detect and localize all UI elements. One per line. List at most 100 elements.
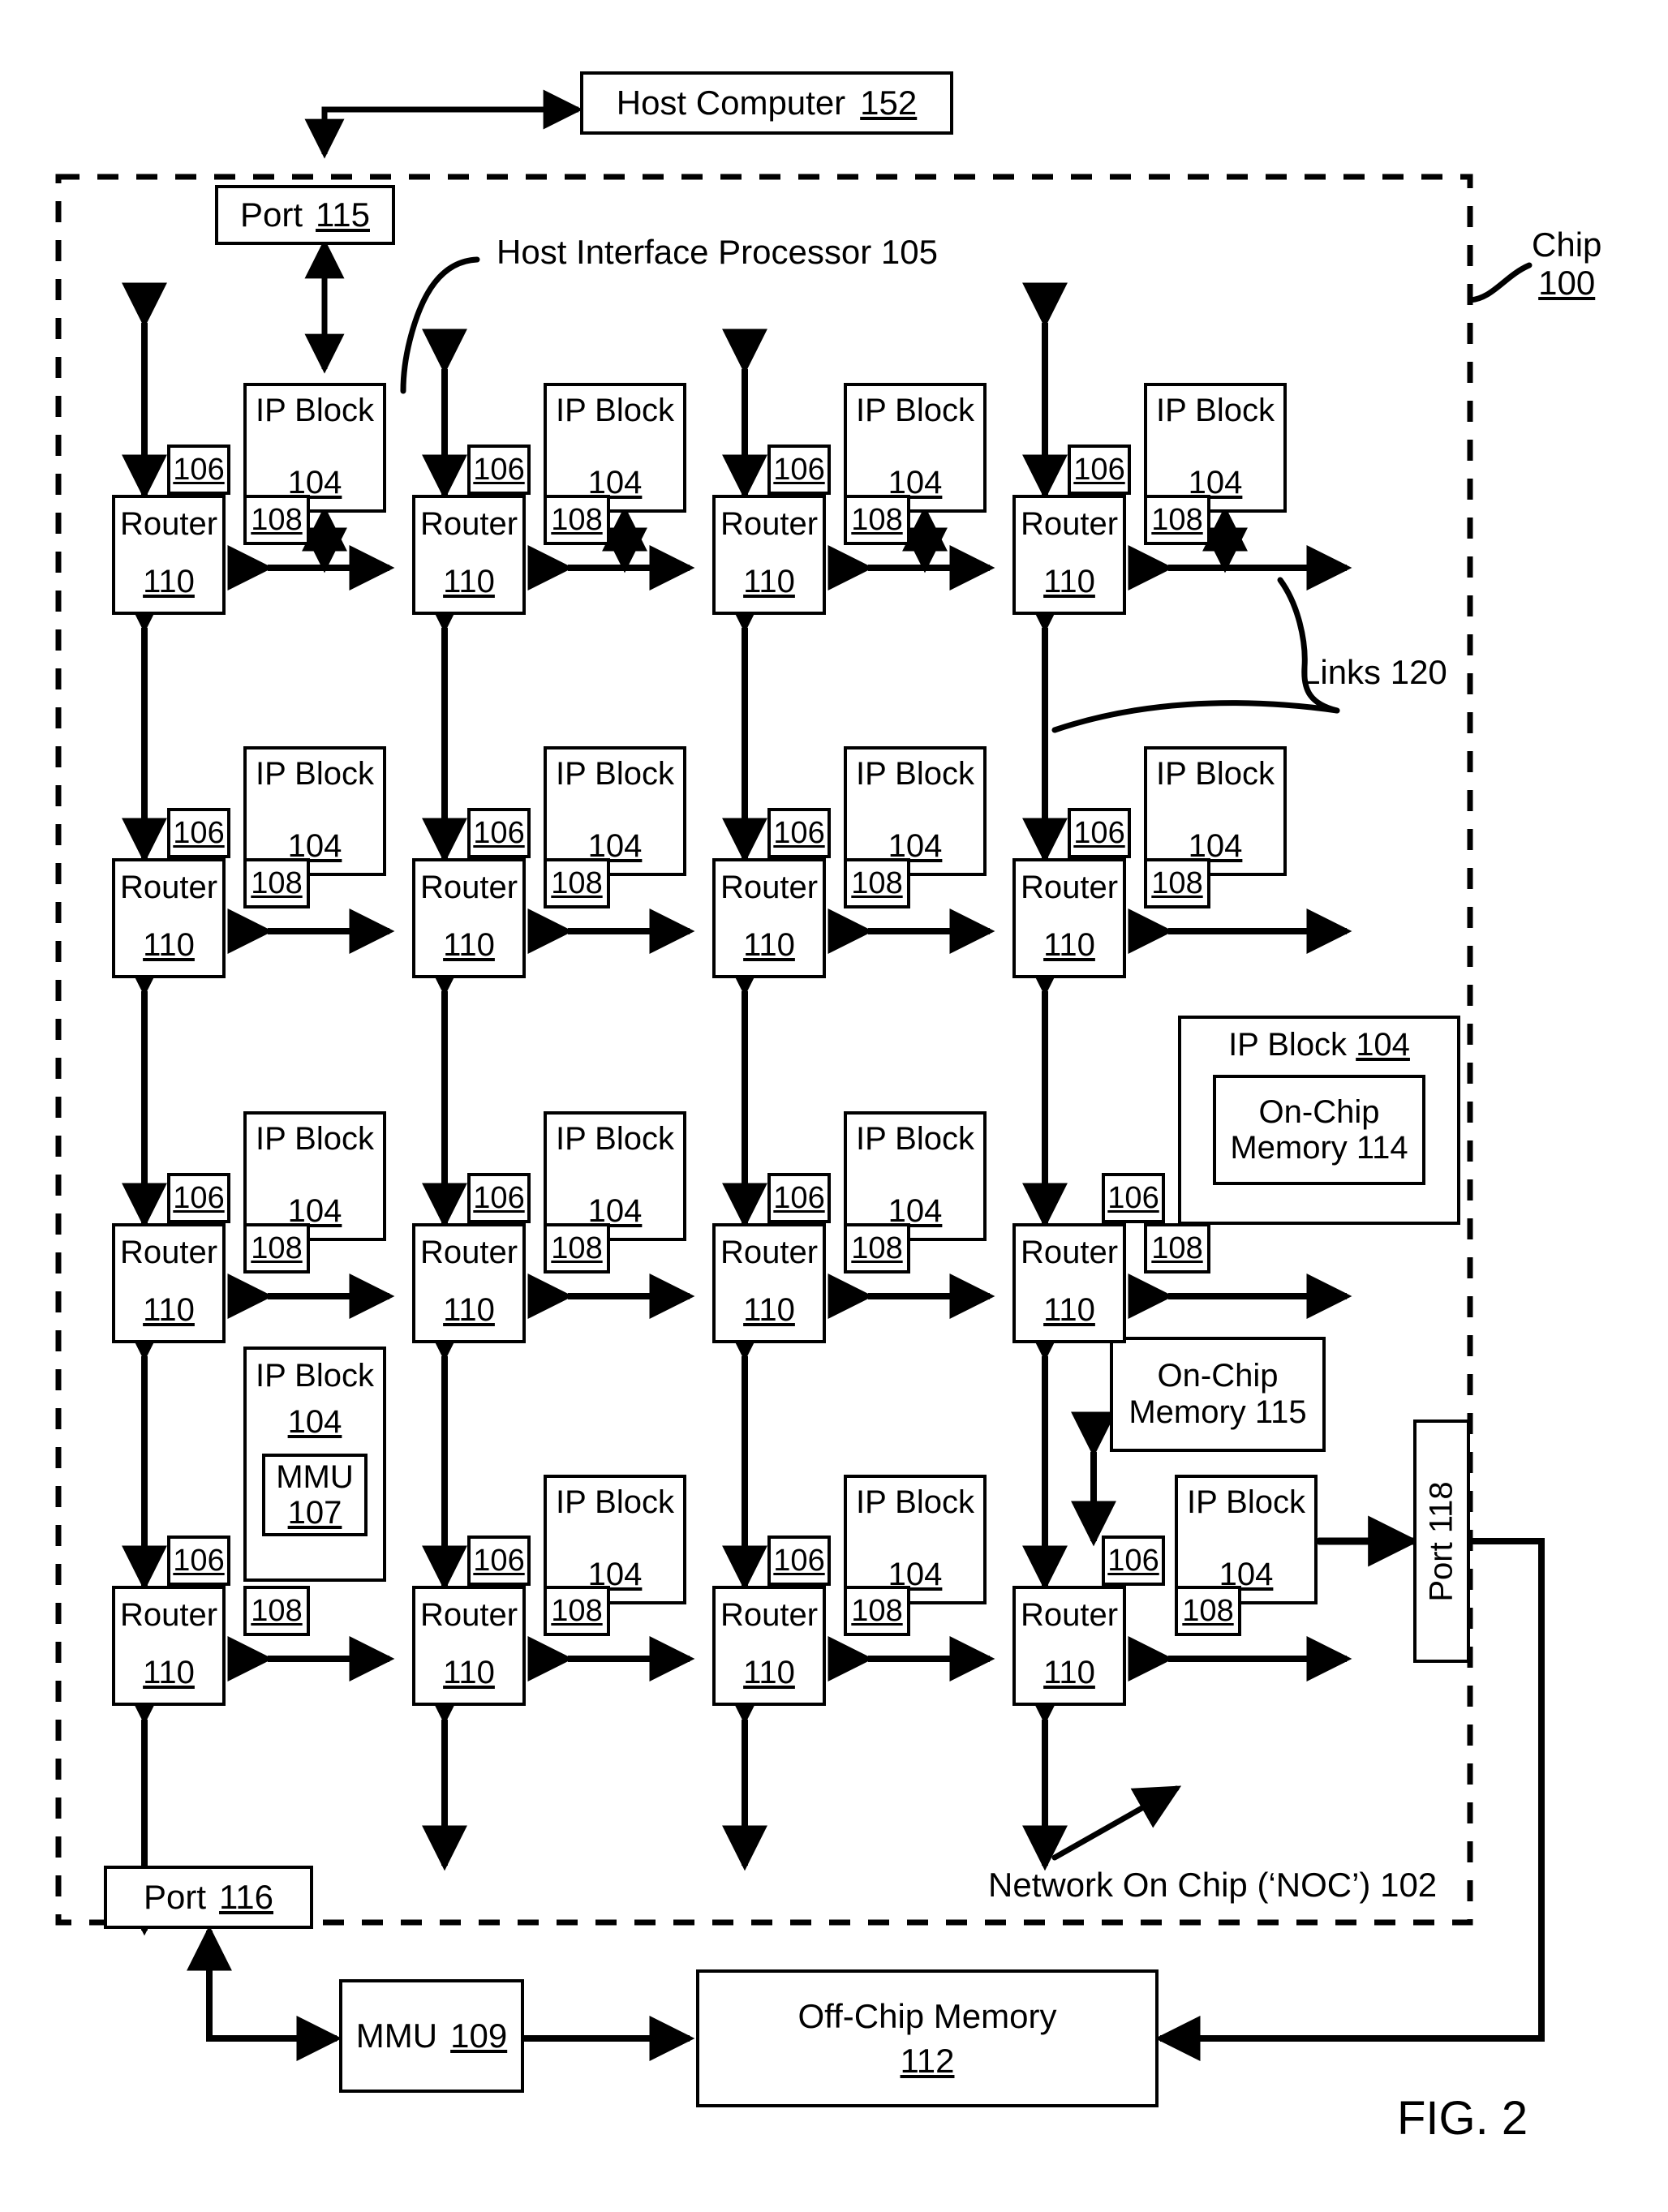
router-ref: 110 <box>1043 1292 1095 1329</box>
on-chip-memory-114-line1: On-Chip <box>1258 1093 1380 1130</box>
tab-106-label: 106 <box>173 1180 225 1215</box>
router-ref: 110 <box>143 564 195 600</box>
router-label: Router <box>119 870 218 905</box>
tab-106-label: 106 <box>773 1543 825 1578</box>
router-r1c1: Router 110 <box>112 495 226 615</box>
router-label: Router <box>419 506 518 542</box>
tab-106-label: 106 <box>1073 452 1125 487</box>
router-r4c1: Router 110 <box>112 1586 226 1706</box>
mmu-107-ref: 107 <box>287 1494 342 1531</box>
tab-108-r4c3: 108 <box>844 1586 910 1636</box>
ip-block-r2c3: IP Block 104 <box>844 746 987 876</box>
ip-block-label: IP Block <box>856 393 974 428</box>
tab-108-r3c1: 108 <box>243 1223 310 1274</box>
ip-block-r4c4: IP Block 104 <box>1175 1475 1318 1604</box>
chip-100-annotation: Chip 100 <box>1532 225 1601 302</box>
router-label: Router <box>419 870 518 905</box>
figure-label-text: FIG. 2 <box>1397 2092 1528 2145</box>
tab-106-label: 106 <box>473 815 525 850</box>
ip-block-label: IP Block <box>1187 1484 1305 1520</box>
ip-block-label: IP Block <box>256 1121 374 1157</box>
router-r4c4: Router 110 <box>1012 1586 1126 1706</box>
tab-108-r2c2: 108 <box>544 858 610 908</box>
router-ref: 110 <box>443 1655 495 1691</box>
tab-106-r1c3: 106 <box>767 445 831 495</box>
noc-102-annotation: Network On Chip (‘NOC’) 102 <box>988 1866 1437 1904</box>
tab-106-r4c3: 106 <box>767 1536 831 1586</box>
tab-106-r1c4: 106 <box>1068 445 1131 495</box>
router-ref: 110 <box>1043 564 1095 600</box>
router-r2c2: Router 110 <box>412 858 526 978</box>
ip-block-label: IP Block <box>256 393 374 428</box>
router-label: Router <box>119 1597 218 1633</box>
mmu-109-ref: 109 <box>450 2017 508 2055</box>
router-r2c1: Router 110 <box>112 858 226 978</box>
port-118-box: Port 118 <box>1413 1420 1470 1663</box>
tab-108-r3c2: 108 <box>544 1223 610 1274</box>
router-r3c4: Router 110 <box>1012 1223 1126 1343</box>
ip-block-r3c3: IP Block 104 <box>844 1111 987 1241</box>
router-ref: 110 <box>1043 927 1095 964</box>
ip-block-label: IP Block <box>1228 1027 1348 1063</box>
ip-block-label: IP Block <box>556 756 674 792</box>
chip-ref: 100 <box>1538 264 1596 303</box>
tab-106-r2c2: 106 <box>467 808 531 858</box>
ip-block-label: IP Block <box>1156 393 1275 428</box>
ip-block-label: IP Block <box>556 1484 674 1520</box>
port-116-box: Port 116 <box>104 1866 313 1929</box>
tab-108-label: 108 <box>1151 1231 1203 1265</box>
ip-block-r4c1-mmu: IP Block 104 MMU 107 <box>243 1347 386 1582</box>
router-ref: 110 <box>743 564 795 600</box>
tab-108-label: 108 <box>1151 502 1203 537</box>
ip-block-r3c1: IP Block 104 <box>243 1111 386 1241</box>
figure-canvas: Host Computer 152 Port 115 Chip 100 Host… <box>0 0 1668 2212</box>
ip-block-r1c2: IP Block 104 <box>544 383 686 513</box>
tab-106-r2c3: 106 <box>767 808 831 858</box>
router-label: Router <box>720 1597 819 1633</box>
router-label: Router <box>419 1597 518 1633</box>
router-ref: 110 <box>743 1655 795 1691</box>
on-chip-memory-115-box: On-Chip Memory 115 <box>1110 1337 1326 1452</box>
ip-block-r1c1: IP Block 104 <box>243 383 386 513</box>
on-chip-memory-115-line1: On-Chip <box>1157 1358 1279 1394</box>
port-116-ref: 116 <box>219 1878 273 1917</box>
tab-108-r1c2: 108 <box>544 495 610 545</box>
tab-106-label: 106 <box>1073 815 1125 850</box>
host-interface-processor-label: Host Interface Processor 105 <box>497 233 938 271</box>
router-ref: 110 <box>743 1292 795 1329</box>
port-115-ref: 115 <box>316 195 370 234</box>
tab-106-label: 106 <box>173 815 225 850</box>
ip-block-r4c3: IP Block 104 <box>844 1475 987 1604</box>
tab-108-r4c4: 108 <box>1175 1586 1241 1636</box>
router-ref: 110 <box>443 1292 495 1329</box>
ip-block-114-header: IP Block 104 <box>1228 1027 1410 1063</box>
on-chip-memory-115-line2: Memory 115 <box>1128 1394 1307 1430</box>
tab-106-r1c2: 106 <box>467 445 531 495</box>
router-ref: 110 <box>143 1655 195 1691</box>
tab-106-label: 106 <box>473 452 525 487</box>
tab-106-r3c4: 106 <box>1102 1173 1165 1223</box>
mmu-109-box: MMU 109 <box>339 1979 524 2093</box>
tab-106-r1c1: 106 <box>167 445 230 495</box>
tab-106-label: 106 <box>173 452 225 487</box>
tab-108-r2c3: 108 <box>844 858 910 908</box>
router-label: Router <box>1020 506 1119 542</box>
ip-block-r2c1: IP Block 104 <box>243 746 386 876</box>
router-r1c3: Router 110 <box>712 495 826 615</box>
tab-108-r2c1: 108 <box>243 858 310 908</box>
tab-108-label: 108 <box>1151 865 1203 900</box>
ip-block-ref: 104 <box>287 1403 342 1440</box>
port-115-box: Port 115 <box>215 185 395 245</box>
host-interface-processor-annotation: Host Interface Processor 105 <box>497 233 938 271</box>
port-116-label: Port <box>144 1878 207 1917</box>
port-115-label: Port <box>240 195 303 234</box>
tab-106-label: 106 <box>773 815 825 850</box>
tab-106-label: 106 <box>473 1543 525 1578</box>
tab-108-r2c4: 108 <box>1144 858 1210 908</box>
router-r4c3: Router 110 <box>712 1586 826 1706</box>
off-chip-memory-label: Off-Chip Memory <box>797 1996 1057 2035</box>
tab-108-label: 108 <box>851 865 903 900</box>
tab-108-label: 108 <box>251 1231 303 1265</box>
tab-108-label: 108 <box>1182 1593 1234 1628</box>
tab-108-label: 108 <box>851 1593 903 1628</box>
